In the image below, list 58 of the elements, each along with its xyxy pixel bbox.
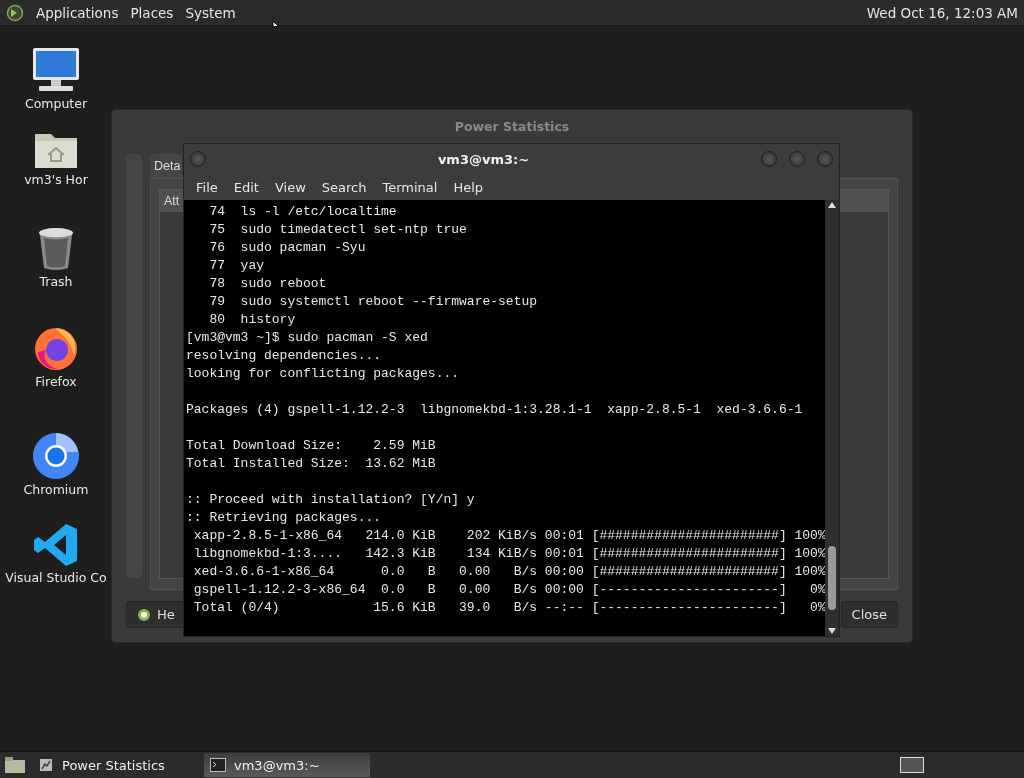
window-title: Power Statistics [454,118,570,134]
trash-icon[interactable] [36,226,76,272]
desktop-icon-label[interactable]: Computer [24,96,88,111]
desktop-icon-label[interactable]: vm3's Hor [24,172,88,187]
taskbar-button[interactable]: vm3@vm3:~ [204,753,370,777]
panel-menu[interactable]: System [185,4,236,21]
taskbar-button[interactable]: Power Statistics [32,753,198,777]
menu-item[interactable]: Edit [225,179,267,195]
chromium-icon[interactable] [32,432,80,480]
desktop-icon-label[interactable]: Visual Studio Co [5,570,107,585]
terminal-line: 75 sudo timedatectl set-ntp true [208,221,468,239]
desktop-icon-label[interactable]: Chromium [23,482,89,497]
close-button[interactable]: Close [840,601,898,628]
computer-icon[interactable] [31,46,81,94]
show-desktop-icon[interactable] [4,756,26,774]
terminal-line: 77 yay [208,257,265,275]
desktop-icon-label[interactable]: Firefox [35,374,77,389]
panel-menu[interactable]: Applications [36,4,119,21]
terminal-line: 79 sudo systemctl reboot --firmware-setup [208,293,539,311]
help-icon [137,607,151,622]
scroll-thumb[interactable] [828,546,836,610]
scrollbar[interactable] [825,200,839,636]
terminal-line: Total (0/4) 15.6 KiB 39.0 B/s --:-- [-----------------------] 0% [192,599,823,617]
terminal-line: gspell-1.12.2-3-x86_64 0.0 B 0.00 B/s 00:00 [-----------------------] 0% [192,581,823,599]
workspace-switcher[interactable] [900,757,924,773]
terminal-line: [vm3@vm3 ~]$ sudo pacman -S xed [186,329,429,347]
terminal-line: looking for conflicting packages... [186,365,461,383]
terminal-icon [210,758,226,772]
help-button[interactable]: He [126,601,186,628]
terminal-line: :: Retrieving packages... [186,509,383,527]
terminal-line: Packages (4) gspell-1.12.2-3 libgnomekbd-1:3.28.1-1 xapp-2.8.5-1 xed-3.6.6-1 [186,401,804,419]
tab[interactable]: Deta [150,154,182,178]
column-header[interactable]: Att [160,190,186,212]
menu-item[interactable]: Terminal [374,179,446,195]
panel-menu[interactable]: Places [130,4,174,21]
vscode-icon[interactable] [33,522,79,568]
terminal-line: 80 history [208,311,297,329]
terminal-line: Total Download Size: 2.59 MiB [186,437,437,455]
terminal-line: :: Proceed with installation? [Y/n] y [186,491,476,509]
terminal-line: xapp-2.8.5-1-x86_64 214.0 KiB 202 KiB/s 00:01 [#######################] 100% [192,527,823,545]
terminal-line: resolving dependencies... [186,347,383,365]
scroll-down-icon[interactable] [828,628,836,634]
menu-item[interactable]: Search [313,179,375,195]
menu-logo-icon[interactable] [6,3,24,22]
menu-item[interactable]: View [266,179,314,195]
terminal-line: xed-3.6.6-1-x86_64 0.0 B 0.00 B/s 00:00 [#######################] 100% [192,563,823,581]
terminal-line: libgnomekbd-1:3.... 142.3 KiB 134 KiB/s 00:01 [#######################] 100% [192,545,823,563]
scroll-up-icon[interactable] [828,202,836,208]
power-statistics-icon [38,757,54,773]
menu-item[interactable]: Help [445,179,492,195]
terminal-line: 78 sudo reboot [208,275,328,293]
window-title: vm3@vm3:~ [436,151,531,167]
terminal-line: 76 sudo pacman -Syu [208,239,367,257]
terminal-line: 74 ls -l /etc/localtime [208,203,398,221]
terminal-line: Total Installed Size: 13.62 MiB [186,455,437,473]
desktop-icon-label[interactable]: Trash [39,274,73,289]
menu-item[interactable]: File [188,179,226,195]
clock[interactable]: Wed Oct 16, 12:03 AM [866,4,1018,21]
